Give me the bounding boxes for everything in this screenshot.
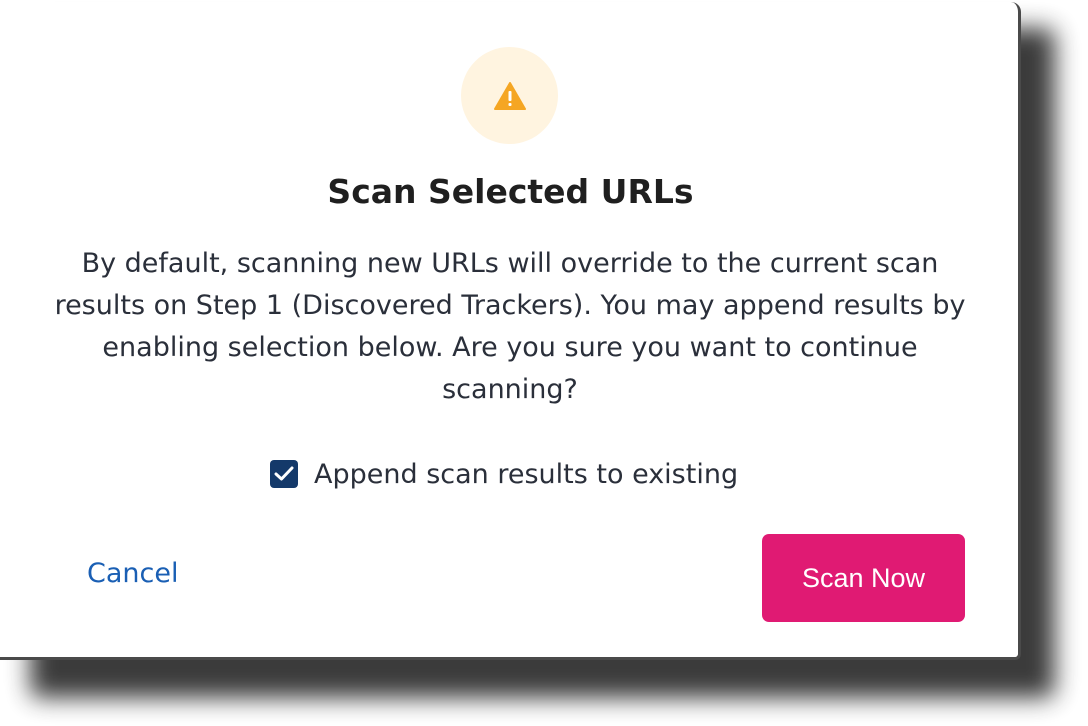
append-results-checkbox[interactable] [270, 460, 298, 488]
checkmark-icon [274, 466, 294, 481]
scan-confirm-dialog: Scan Selected URLs By default, scanning … [0, 2, 1021, 660]
append-results-option[interactable]: Append scan results to existing [270, 454, 738, 494]
cancel-button[interactable]: Cancel [87, 558, 178, 589]
warning-badge [461, 47, 558, 144]
screen: Scan Selected URLs By default, scanning … [0, 0, 1088, 726]
dialog-message: By default, scanning new URLs will overr… [54, 248, 966, 405]
dialog-title: Scan Selected URLs [327, 172, 694, 211]
warning-icon [493, 81, 526, 110]
scan-now-button[interactable]: Scan Now [762, 534, 965, 622]
append-results-label: Append scan results to existing [314, 458, 739, 490]
